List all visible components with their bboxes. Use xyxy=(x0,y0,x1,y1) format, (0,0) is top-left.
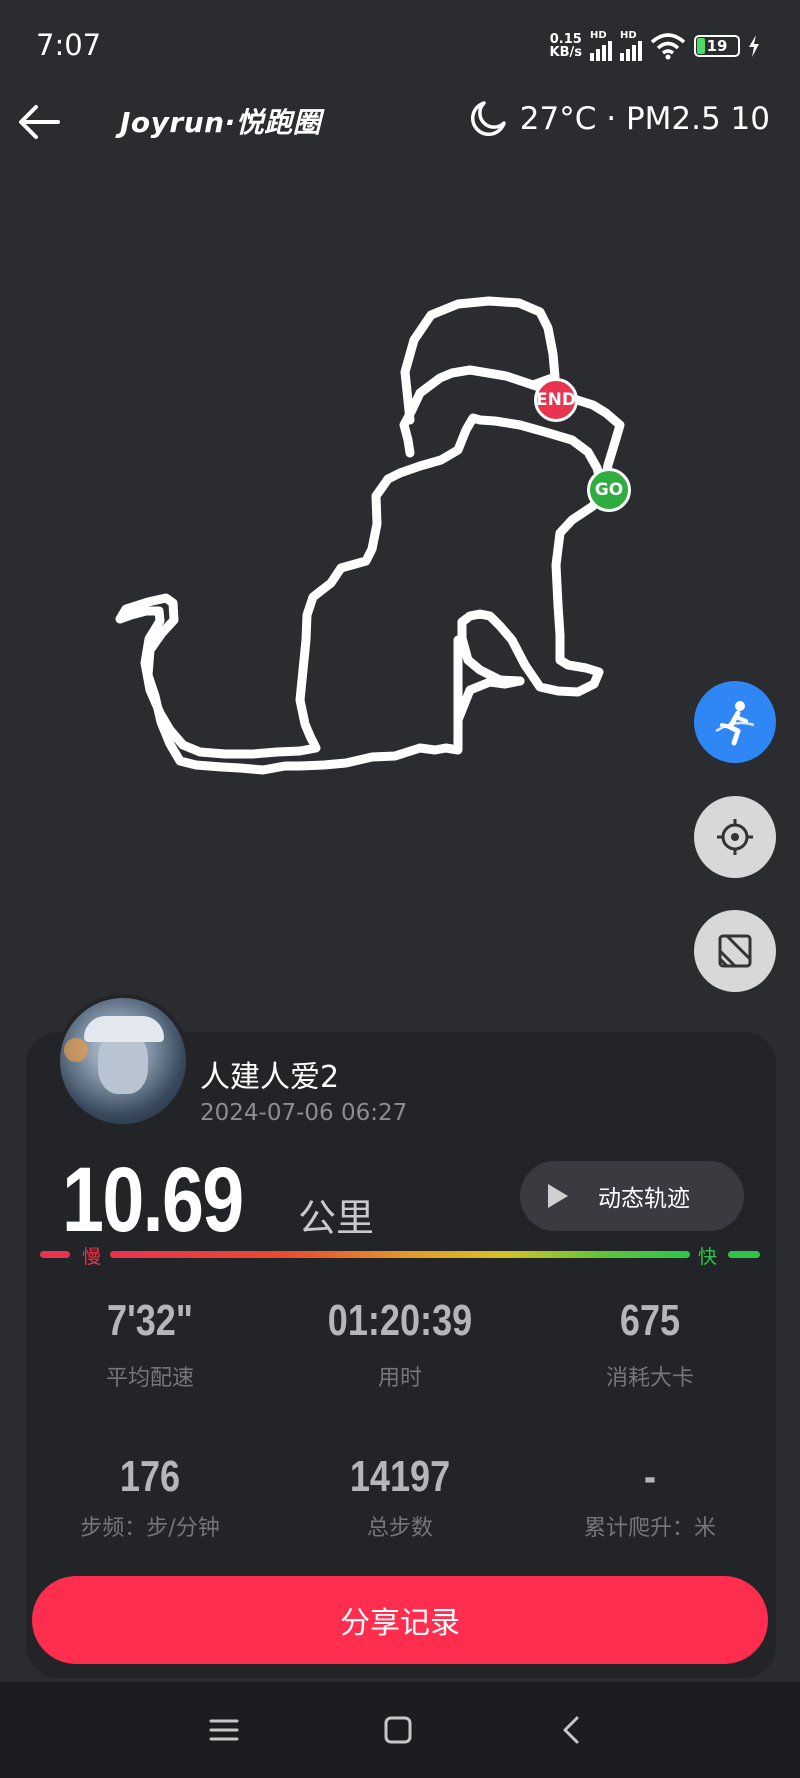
pace-gradient-bar xyxy=(110,1251,690,1258)
stat-label: 累计爬升：米 xyxy=(583,1516,716,1541)
pace-bar-fast-segment xyxy=(728,1251,760,1258)
stat-value: - xyxy=(643,1452,657,1501)
nav-back-button[interactable] xyxy=(548,1706,596,1754)
share-record-button[interactable]: 分享记录 xyxy=(32,1576,768,1664)
distance: 10.69 公里 xyxy=(62,1148,374,1253)
status-icons: 0.15 KB/s HD HD 19 xyxy=(550,28,760,64)
stat-label: 平均配速 xyxy=(105,1366,194,1391)
hd-label: HD xyxy=(620,30,637,41)
route-start-label: GO xyxy=(594,480,624,500)
back-arrow-icon xyxy=(19,105,60,139)
locate-button[interactable] xyxy=(694,796,776,878)
stat-value: 01:20:39 xyxy=(327,1296,473,1345)
weather-text: 27°C · PM2.5 10 xyxy=(519,101,770,137)
system-nav-bar xyxy=(0,1682,800,1778)
stat-label: 总步数 xyxy=(366,1516,433,1541)
route-replay-button[interactable]: 动态轨迹 xyxy=(520,1161,744,1231)
back-button[interactable] xyxy=(14,95,64,145)
map-layer-button[interactable] xyxy=(694,910,776,992)
nav-menu-button[interactable] xyxy=(200,1706,248,1754)
stat-duration: 01:20:39 用时 xyxy=(280,1296,520,1392)
nav-back-icon xyxy=(563,1716,579,1744)
brand-logo: Joyrun·悦跑圈 xyxy=(120,106,322,139)
route-start-marker: GO xyxy=(587,468,631,512)
battery-icon: 19 xyxy=(694,35,740,57)
route-end-label: END xyxy=(536,390,576,410)
distance-unit: 公里 xyxy=(298,1196,375,1240)
stat-elevation-gain: - 累计爬升：米 xyxy=(530,1452,770,1542)
pace-bar-slow-segment xyxy=(40,1251,70,1258)
menu-icon xyxy=(209,1719,239,1741)
distance-value: 10.69 xyxy=(62,1149,244,1251)
play-icon xyxy=(548,1184,568,1208)
header: Joyrun·悦跑圈 27°C · PM2.5 10 xyxy=(0,95,800,150)
home-icon xyxy=(384,1716,412,1744)
route-replay-label: 动态轨迹 xyxy=(598,1186,690,1212)
pace-slow-label: 慢 xyxy=(82,1246,102,1268)
battery-level: 19 xyxy=(706,37,728,55)
stat-label: 用时 xyxy=(377,1366,422,1391)
hd-label: HD xyxy=(590,30,607,41)
signal-icon: HD xyxy=(590,31,612,61)
wifi-icon xyxy=(650,33,686,60)
running-route xyxy=(115,296,625,775)
stat-label: 消耗大卡 xyxy=(605,1366,694,1391)
locate-icon xyxy=(717,819,753,855)
run-mode-button[interactable] xyxy=(694,681,776,763)
charging-icon xyxy=(749,35,759,57)
stat-cadence: 176 步频：步/分钟 xyxy=(30,1452,270,1542)
stat-total-steps: 14197 总步数 xyxy=(280,1452,520,1542)
pace-fast-label: 快 xyxy=(698,1246,718,1268)
stat-label: 步频：步/分钟 xyxy=(80,1516,220,1541)
username: 人建人爱2 xyxy=(200,1060,340,1095)
nav-home-button[interactable] xyxy=(374,1706,422,1754)
route-map[interactable]: END GO xyxy=(0,160,800,1010)
status-bar: 7:07 0.15 KB/s HD HD 19 xyxy=(0,0,800,95)
status-time: 7:07 xyxy=(36,28,102,62)
network-speed: 0.15 KB/s xyxy=(550,33,582,59)
stat-value: 14197 xyxy=(349,1452,451,1501)
weather-info: 27°C · PM2.5 10 xyxy=(468,99,770,139)
signal-icon: HD xyxy=(620,31,642,61)
run-date: 2024-07-06 06:27 xyxy=(200,1100,408,1126)
moon-icon xyxy=(470,101,506,137)
stat-value: 7'32" xyxy=(107,1296,193,1345)
map-layer-icon xyxy=(718,934,752,968)
avatar[interactable] xyxy=(56,994,190,1128)
pace-legend-bar: 慢 快 xyxy=(40,1244,760,1268)
network-speed-unit: KB/s xyxy=(549,45,582,60)
route-end-marker: END xyxy=(534,378,578,422)
stat-calories: 675 消耗大卡 xyxy=(530,1296,770,1392)
runner-icon xyxy=(715,701,755,746)
stat-value: 675 xyxy=(619,1296,681,1345)
stat-avg-pace: 7'32" 平均配速 xyxy=(30,1296,270,1392)
stat-value: 176 xyxy=(119,1452,181,1501)
